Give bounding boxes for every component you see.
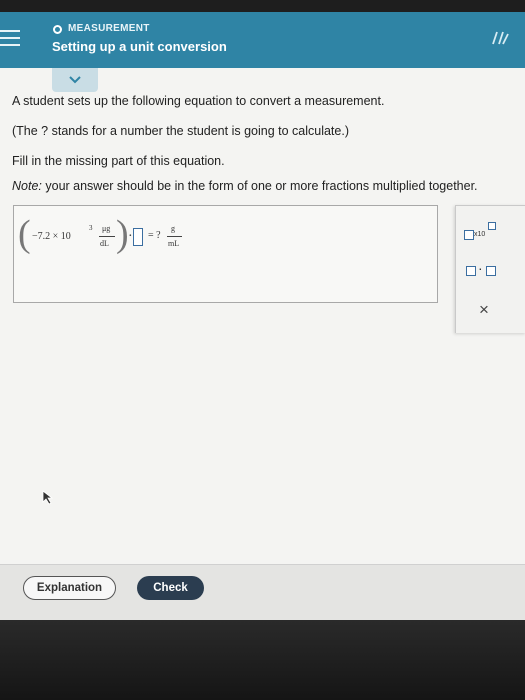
- question-text-3: Fill in the missing part of this equatio…: [12, 154, 225, 168]
- chevron-down-icon: [69, 76, 81, 84]
- result-denominator: mL: [168, 239, 180, 248]
- dot-label: ·: [478, 260, 483, 276]
- math-palette: x10 · ×: [455, 205, 525, 333]
- app-screen: MEASUREMENT Setting up a unit conversion…: [0, 12, 525, 620]
- header-bar: MEASUREMENT Setting up a unit conversion: [0, 12, 525, 68]
- unit-numerator: μg: [102, 224, 111, 233]
- collapse-toggle[interactable]: [52, 68, 98, 92]
- mouse-cursor-icon: [42, 490, 54, 505]
- coefficient: −7.2 × 10: [32, 231, 71, 242]
- unit-denominator: dL: [100, 239, 109, 248]
- fraction-bar: [99, 236, 115, 237]
- note-label: Note:: [12, 179, 42, 193]
- page-title: Setting up a unit conversion: [52, 39, 227, 54]
- right-slot-icon: [486, 266, 496, 276]
- equation: ( −7.2 × 10 3 μg dL ) · = ? g mL: [18, 213, 238, 256]
- topic-label: MEASUREMENT: [68, 23, 150, 34]
- clear-icon[interactable]: ×: [476, 301, 492, 318]
- right-paren: ): [116, 213, 129, 255]
- question-text-1: A student sets up the following equation…: [12, 94, 385, 108]
- explanation-button[interactable]: Explanation: [23, 576, 116, 600]
- multiply-dot-button[interactable]: ·: [464, 260, 504, 278]
- x10-label: x10: [474, 231, 486, 238]
- check-button[interactable]: Check: [137, 576, 204, 600]
- result-numerator: g: [171, 224, 175, 233]
- multiply-dot: ·: [128, 229, 133, 244]
- answer-area[interactable]: ( −7.2 × 10 3 μg dL ) · = ? g mL: [13, 205, 438, 303]
- note-body: your answer should be in the form of one…: [41, 179, 478, 193]
- base-slot-icon: [464, 230, 474, 240]
- pencil-icon[interactable]: [489, 26, 513, 50]
- topic-status-icon: [53, 25, 62, 34]
- menu-icon[interactable]: [0, 30, 22, 51]
- left-slot-icon: [466, 266, 476, 276]
- scientific-notation-button[interactable]: x10: [464, 222, 504, 242]
- exponent: 3: [89, 224, 93, 232]
- question-text-2: (The ? stands for a number the student i…: [12, 124, 349, 138]
- exponent-slot-icon: [488, 222, 496, 230]
- action-bar: Explanation Check: [0, 564, 525, 620]
- left-paren: (: [18, 213, 31, 255]
- screen-bezel: [0, 620, 525, 700]
- equals-unknown: = ?: [148, 230, 161, 241]
- result-fraction-bar: [167, 236, 182, 237]
- answer-input-slot[interactable]: [133, 228, 143, 246]
- note-text: Note: your answer should be in the form …: [12, 179, 478, 193]
